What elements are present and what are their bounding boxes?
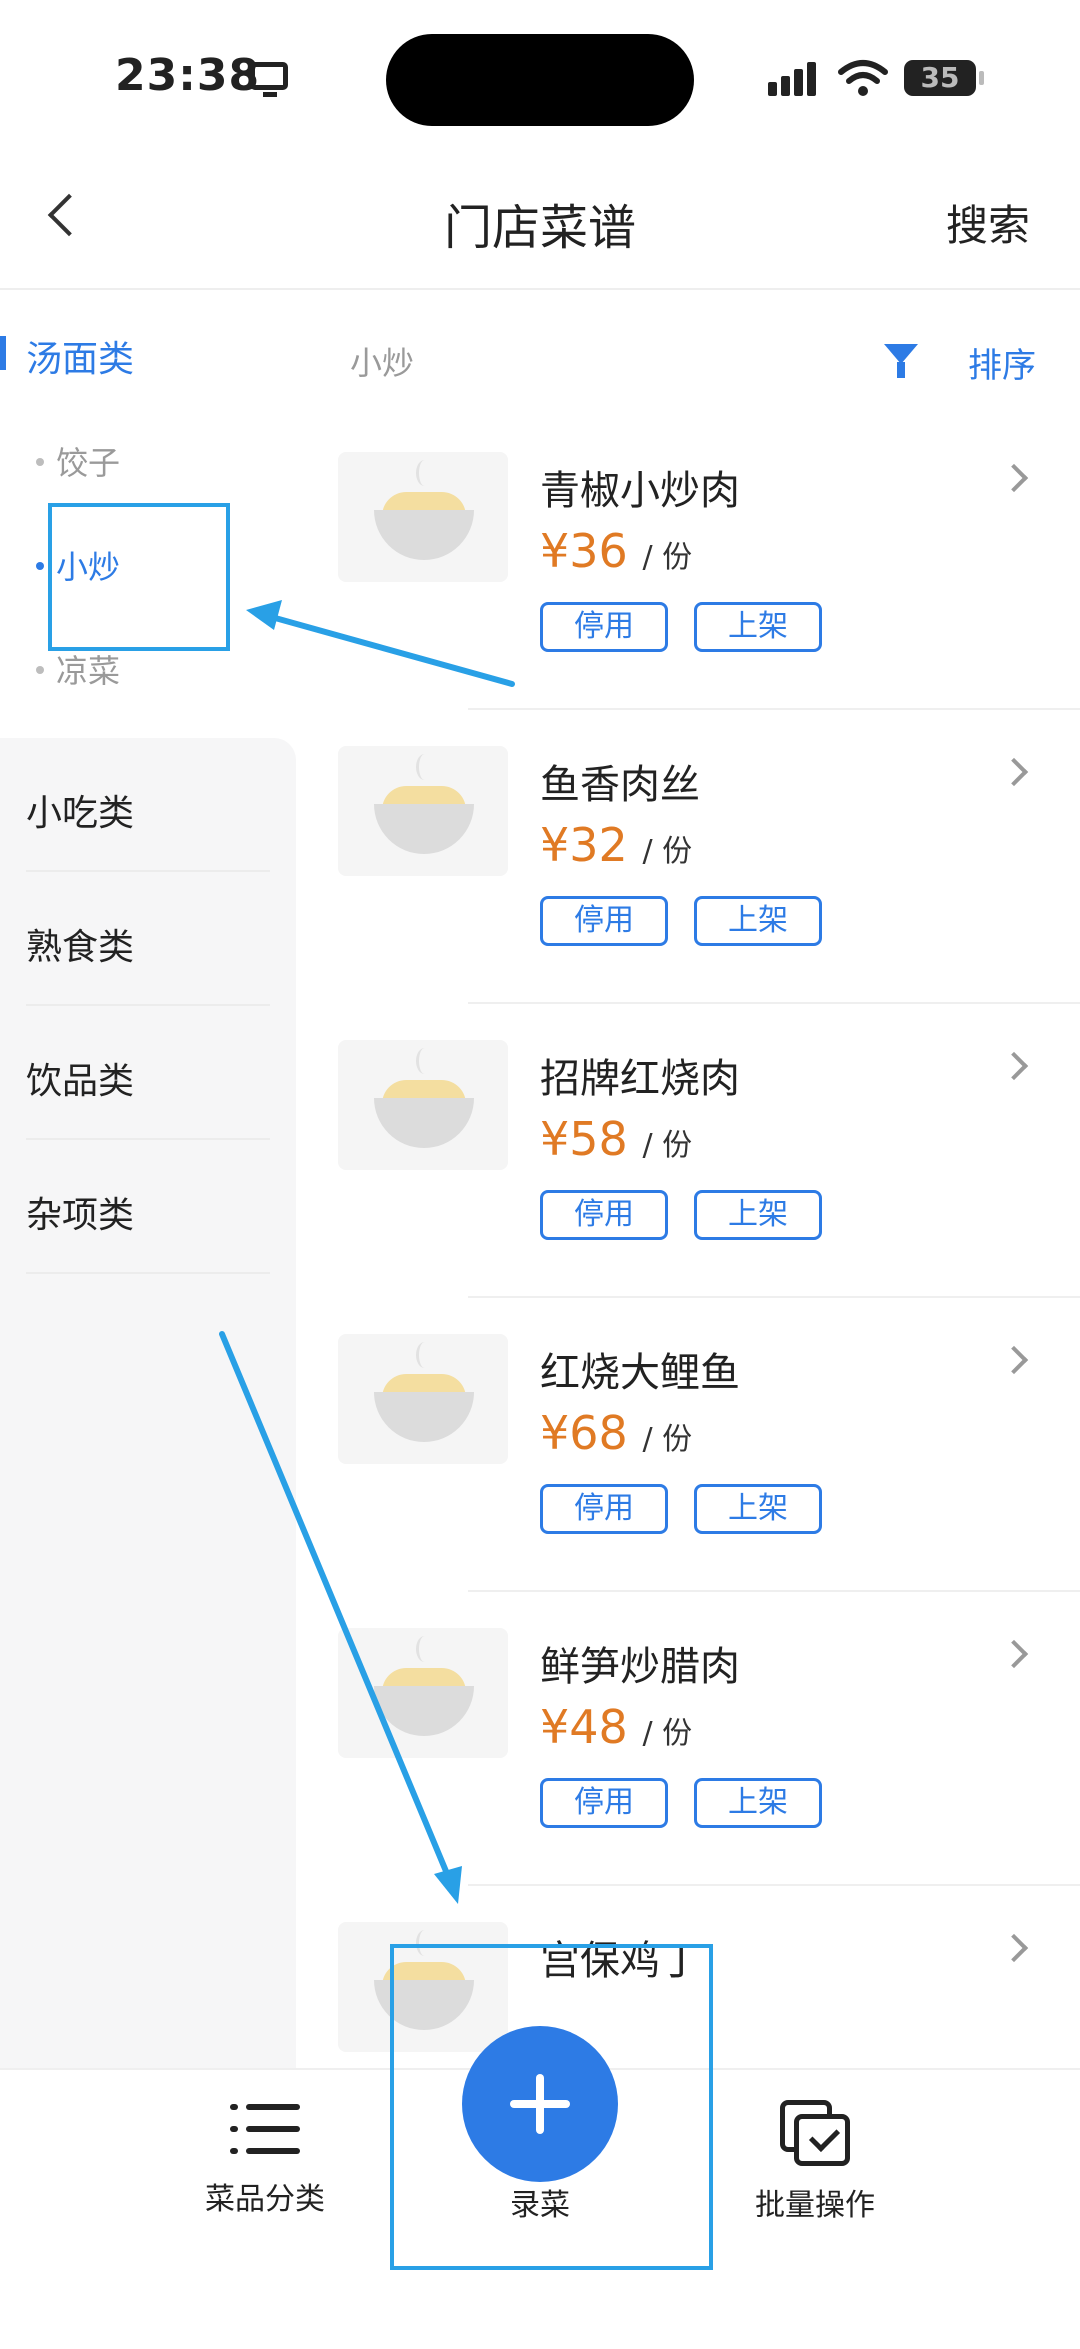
chevron-right-icon [999, 1639, 1029, 1669]
bullet-dot [36, 562, 44, 570]
chevron-right-icon [999, 1933, 1029, 1963]
dish-thumbnail [338, 746, 508, 876]
dish-price: ¥48 / 份 [540, 1700, 693, 1754]
chevron-right-icon [999, 757, 1029, 787]
list-icon [230, 2100, 300, 2160]
dish-row[interactable]: 青椒小炒肉 ¥36 / 份 停用 上架 [296, 416, 1080, 710]
active-indicator [0, 336, 6, 370]
status-time: 23:38 [115, 50, 261, 101]
subcategory-item[interactable]: 凉菜 [36, 646, 120, 692]
category-tab-label: 菜品分类 [205, 2182, 325, 2217]
filter-icon[interactable] [884, 344, 918, 378]
disable-button[interactable]: 停用 [540, 1778, 668, 1828]
chevron-right-icon [999, 1051, 1029, 1081]
dynamic-island [386, 34, 694, 126]
sidebar-item-category[interactable]: 杂项类 [26, 1140, 270, 1274]
list-button[interactable]: 上架 [694, 1484, 822, 1534]
list-button[interactable]: 上架 [694, 896, 822, 946]
disable-button[interactable]: 停用 [540, 602, 668, 652]
dish-price: ¥36 / 份 [540, 524, 693, 578]
dish-name: 红烧大鲤鱼 [540, 1350, 740, 1396]
chevron-right-icon [999, 463, 1029, 493]
category-tab-button[interactable]: 菜品分类 [190, 2100, 340, 2218]
dish-thumbnail [338, 1334, 508, 1464]
dish-row[interactable]: 红烧大鲤鱼 ¥68 / 份 停用 上架 [296, 1298, 1080, 1592]
disable-button[interactable]: 停用 [540, 896, 668, 946]
sidebar-item-category[interactable]: 饮品类 [26, 1006, 270, 1140]
dish-price: ¥58 / 份 [540, 1112, 693, 1166]
disable-button[interactable]: 停用 [540, 1484, 668, 1534]
annotation-box-subcategory [48, 503, 230, 651]
list-button[interactable]: 上架 [694, 1190, 822, 1240]
page-title: 门店菜谱 [443, 200, 636, 256]
batch-operation-button[interactable]: 批量操作 [740, 2100, 890, 2224]
dish-name: 招牌红烧肉 [540, 1056, 740, 1102]
category-list: 小吃类 熟食类 饮品类 杂项类 [0, 738, 296, 2070]
dish-thumbnail [338, 1628, 508, 1758]
sidebar-item-category[interactable]: 小吃类 [26, 738, 270, 872]
disable-button[interactable]: 停用 [540, 1190, 668, 1240]
annotation-box-add-button [390, 1944, 713, 2270]
dish-name: 青椒小炒肉 [540, 468, 740, 514]
dish-thumbnail [338, 452, 508, 582]
wifi-icon [838, 60, 888, 96]
dish-name: 鲜笋炒腊肉 [540, 1644, 740, 1690]
sort-button[interactable]: 排序 [968, 338, 1036, 387]
section-label: 小炒 [350, 344, 415, 382]
dish-name: 鱼香肉丝 [540, 762, 700, 808]
batch-operation-label: 批量操作 [755, 2188, 875, 2223]
list-button[interactable]: 上架 [694, 1778, 822, 1828]
chevron-right-icon [999, 1345, 1029, 1375]
bullet-dot [36, 458, 44, 466]
dish-price: ¥68 / 份 [540, 1406, 693, 1460]
sidebar-item-active-category[interactable]: 汤面类 [26, 330, 134, 382]
signal-icon [768, 62, 820, 96]
dish-price: ¥32 / 份 [540, 818, 693, 872]
screen-mirror-icon [250, 62, 288, 97]
nav-header: 门店菜谱 搜索 [0, 150, 1080, 290]
bullet-dot [36, 666, 44, 674]
search-button[interactable]: 搜索 [946, 192, 1030, 253]
batch-select-icon [780, 2100, 850, 2166]
dish-row[interactable]: 鲜笋炒腊肉 ¥48 / 份 停用 上架 [296, 1592, 1080, 1886]
dish-row[interactable]: 鱼香肉丝 ¥32 / 份 停用 上架 [296, 710, 1080, 1004]
subcategory-item[interactable]: 饺子 [36, 438, 120, 484]
sidebar-item-category[interactable]: 熟食类 [26, 872, 270, 1006]
dish-thumbnail [338, 1040, 508, 1170]
list-button[interactable]: 上架 [694, 602, 822, 652]
battery-icon: 35 [904, 60, 984, 96]
status-bar: 23:38 35 [0, 0, 1080, 150]
dish-row[interactable]: 招牌红烧肉 ¥58 / 份 停用 上架 [296, 1004, 1080, 1298]
